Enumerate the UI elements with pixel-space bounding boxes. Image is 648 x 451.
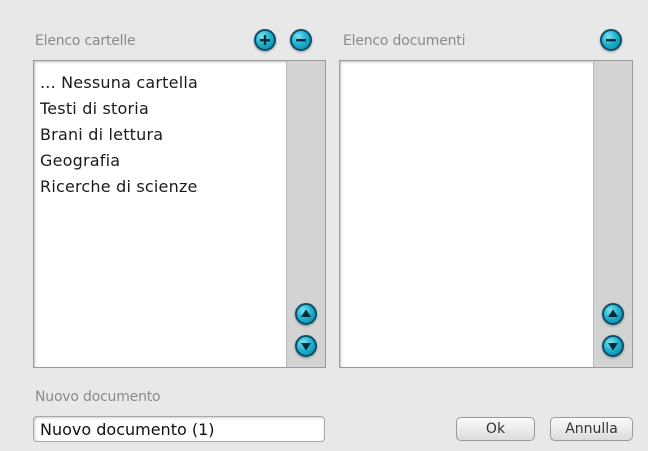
new-document-label: Nuovo documento bbox=[35, 389, 161, 405]
cancel-button[interactable]: Annulla bbox=[550, 417, 633, 441]
arrow-down-icon bbox=[301, 343, 311, 351]
document-scroll-down-button[interactable] bbox=[602, 335, 624, 357]
folder-item[interactable]: Brani di lettura bbox=[40, 125, 163, 144]
new-document-dialog: Elenco cartelle ... Nessuna cartella Tes… bbox=[0, 0, 648, 451]
folders-label: Elenco cartelle bbox=[35, 33, 136, 49]
document-scroll-up-button[interactable] bbox=[602, 303, 624, 325]
folder-list-scrollbar[interactable] bbox=[286, 61, 325, 367]
add-folder-button[interactable] bbox=[254, 29, 276, 51]
arrow-up-icon bbox=[608, 309, 618, 317]
arrow-up-icon bbox=[301, 309, 311, 317]
folder-item[interactable]: Ricerche di scienze bbox=[40, 177, 198, 196]
ok-button[interactable]: Ok bbox=[456, 417, 535, 441]
document-list-scrollbar[interactable] bbox=[593, 61, 632, 367]
document-list[interactable] bbox=[339, 60, 633, 368]
plus-icon bbox=[260, 35, 270, 45]
folder-item[interactable]: Geografia bbox=[40, 151, 120, 170]
new-document-name-input[interactable] bbox=[33, 416, 325, 442]
folder-item-none[interactable]: ... Nessuna cartella bbox=[40, 73, 198, 92]
remove-folder-button[interactable] bbox=[290, 29, 312, 51]
minus-icon bbox=[296, 39, 306, 42]
arrow-down-icon bbox=[608, 343, 618, 351]
folder-item[interactable]: Testi di storia bbox=[40, 99, 149, 118]
minus-icon bbox=[606, 39, 616, 42]
folder-scroll-up-button[interactable] bbox=[295, 303, 317, 325]
documents-label: Elenco documenti bbox=[343, 33, 466, 49]
folder-scroll-down-button[interactable] bbox=[295, 335, 317, 357]
remove-document-button[interactable] bbox=[600, 29, 622, 51]
folder-list[interactable]: ... Nessuna cartella Testi di storia Bra… bbox=[33, 60, 326, 368]
